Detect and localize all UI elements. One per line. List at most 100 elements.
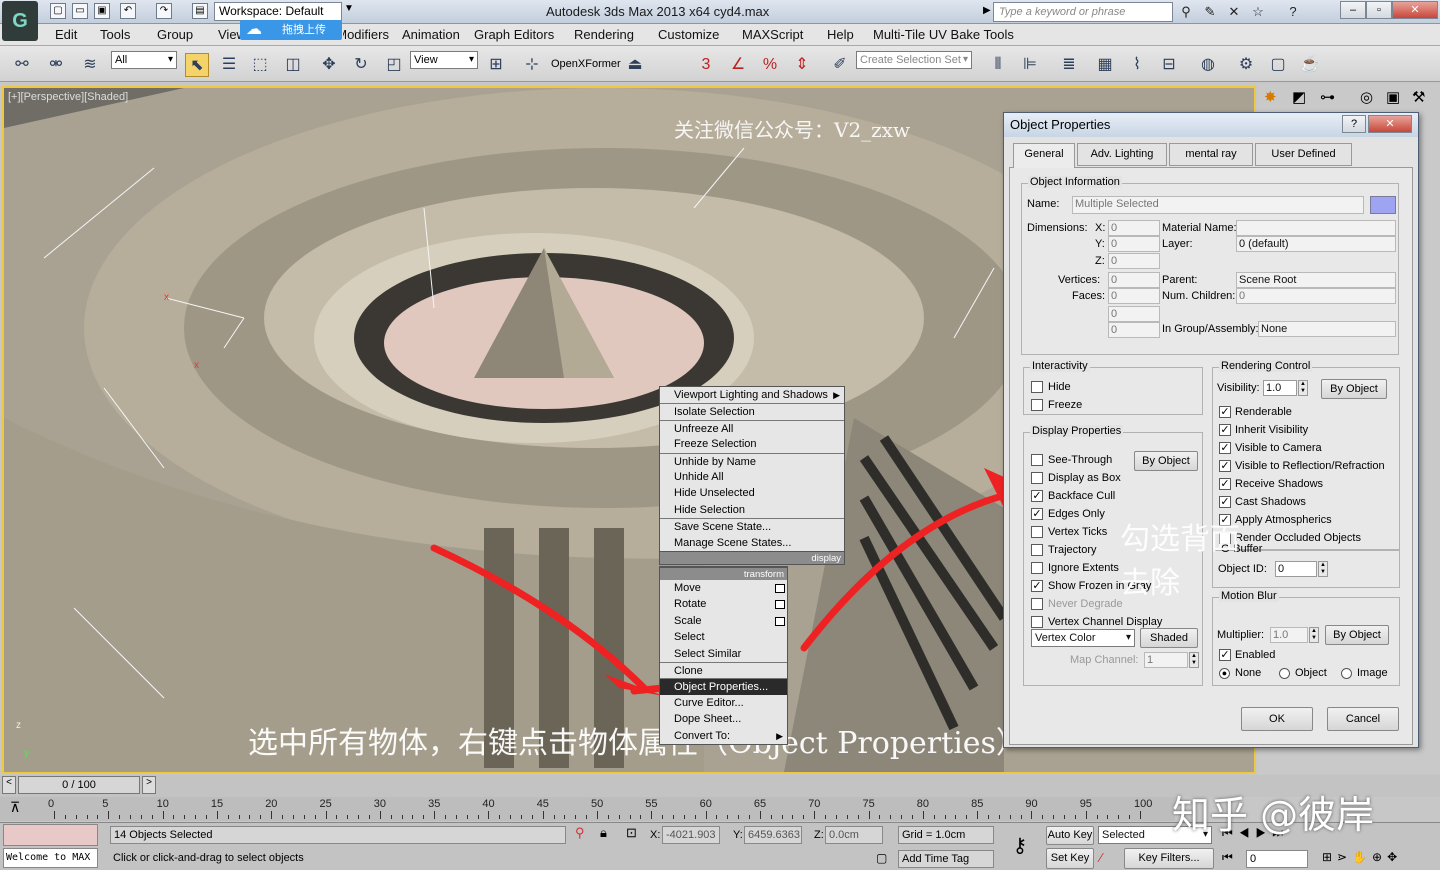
cancel-button[interactable]: Cancel [1327,707,1399,731]
tools-icon[interactable]: ✎ [1201,3,1219,21]
render-production-icon[interactable]: ☕ [1298,53,1322,77]
hierarchy-tab-icon[interactable]: ⊶ [1320,88,1335,106]
selection-lock-icon[interactable]: 🔒︎ [600,825,607,841]
menu-help[interactable]: Help [827,27,854,42]
binoculars-icon[interactable]: ⚲ [1177,3,1195,21]
link-icon[interactable]: ⚯ [10,53,34,77]
menu-modifiers[interactable]: Modifiers [343,27,389,42]
select-manipulate-icon[interactable]: ⊹ [520,53,544,77]
visibility-field[interactable]: 1.0 [1263,380,1297,396]
keyword-search-input[interactable]: Type a keyword or phrase [993,2,1173,22]
motion-blur-enabled-checkbox[interactable]: ✓ [1219,649,1231,661]
display-option-checkbox[interactable] [1031,544,1043,556]
pivot-center-icon[interactable]: ⊞ [484,53,508,77]
new-file-icon[interactable]: ▢ [50,3,66,19]
menu-maxscript[interactable]: MAXScript [742,27,803,42]
display-option-checkbox[interactable] [1031,472,1043,484]
reference-coordinate-dropdown[interactable]: View [410,51,478,69]
quad-item-convert-to[interactable]: Convert To: [660,728,787,744]
schematic-view-icon[interactable]: ⊟ [1157,53,1181,77]
time-tag-icon[interactable]: ▢ [876,851,887,865]
workspace-arrow-icon[interactable]: ▼ [344,3,354,14]
move-icon[interactable]: ✥ [317,53,341,77]
menu-customize[interactable]: Customize [658,27,719,42]
menu-tools[interactable]: Tools [100,27,130,42]
radio-object[interactable] [1279,668,1290,679]
quad-item-select-similar[interactable]: Select Similar [660,646,787,662]
quad-item-unhide-all[interactable]: Unhide All [660,469,844,485]
quad-item-unhide-by-name[interactable]: Unhide by Name [660,452,844,469]
scale-icon[interactable]: ◰ [382,53,406,77]
viewport-nav-icons[interactable]: ⊞⋗✋⊕✥ [1322,850,1402,864]
menu-edit[interactable]: Edit [55,27,77,42]
ok-button[interactable]: OK [1241,707,1313,731]
display-option-checkbox[interactable]: ✓ [1031,490,1043,502]
quad-item-isolate-selection[interactable]: Isolate Selection [660,403,844,419]
display-option-checkbox[interactable] [1031,526,1043,538]
motion-blur-by-object-button[interactable]: By Object [1325,625,1389,645]
quad-item-hide-unselected[interactable]: Hide Unselected [660,485,844,501]
search-arrow-icon[interactable]: ▶ [983,5,991,16]
dialog-help-button[interactable]: ? [1342,115,1366,133]
default-in-out-tangent-icon[interactable]: ⁄ [1100,850,1102,865]
x-coordinate-field[interactable]: -4021.903 [662,826,720,844]
undo-icon[interactable]: ↶ [120,3,136,19]
auto-key-button[interactable]: Auto Key [1046,826,1094,845]
display-by-object-button[interactable]: By Object [1134,451,1198,471]
snaps-toggle-icon[interactable]: 3 [694,53,718,77]
restore-button[interactable]: ▫ [1366,1,1392,19]
viewport-label[interactable]: [+][Perspective][Shaded] [8,91,128,103]
rotate-icon[interactable]: ↻ [349,53,373,77]
rectangle-selection-icon[interactable]: ⬚ [248,53,272,77]
vertex-color-dropdown[interactable]: Vertex Color [1031,629,1135,647]
quad-item-select[interactable]: Select [660,629,787,645]
current-frame-field[interactable]: 0 [1246,850,1308,868]
tab-adv-lighting[interactable]: Adv. Lighting [1077,143,1167,166]
multiplier-spinner[interactable]: ▲ ▼ [1309,627,1319,643]
quad-item-freeze-selection[interactable]: Freeze Selection [660,436,844,452]
menu-views[interactable]: Views [218,27,240,42]
select-by-name-icon[interactable]: ☰ [217,53,241,77]
app-logo-icon[interactable]: G [2,1,38,41]
display-option-checkbox[interactable] [1031,598,1043,610]
rendering-option-checkbox[interactable]: ✓ [1219,478,1231,490]
modify-tab-icon[interactable]: ◩ [1292,88,1306,106]
isolate-toggle-icon[interactable]: ⚲ [575,825,585,841]
object-color-swatch[interactable] [1370,196,1396,214]
named-selection-dropdown[interactable]: Create Selection Set [856,51,972,69]
selection-filter-dropdown[interactable]: All [111,51,177,69]
map-channel-spinner[interactable]: ▲ ▼ [1189,652,1199,668]
display-option-checkbox[interactable] [1031,454,1043,466]
visibility-spinner[interactable]: ▲ ▼ [1298,380,1308,396]
absolute-mode-icon[interactable]: ⊡ [626,825,637,841]
menu-graph-editors[interactable]: Graph Editors [474,27,554,42]
angle-snap-icon[interactable]: ∠ [726,53,750,77]
key-mode-toggle-icon[interactable]: ⏮ [1222,850,1233,865]
rendering-option-checkbox[interactable]: ✓ [1219,442,1231,454]
key-filters-button[interactable]: Key Filters... [1124,848,1214,869]
percent-snap-icon[interactable]: % [758,53,782,77]
create-tab-icon[interactable]: ✸ [1264,88,1277,106]
quad-item-save-scene-state[interactable]: Save Scene State... [660,518,844,534]
quad-item-unfreeze-all[interactable]: Unfreeze All [660,419,844,436]
quad-item-viewport-lighting[interactable]: Viewport Lighting and Shadows [660,387,844,403]
z-coordinate-field[interactable]: 0.0cm [825,826,883,844]
map-channel-field[interactable]: 1 [1144,652,1188,668]
edit-named-selection-icon[interactable]: ✐ [828,53,852,77]
multiplier-field[interactable]: 1.0 [1270,627,1308,643]
spinner-snap-icon[interactable]: ⇕ [790,53,814,77]
quad-item-manage-scene-states[interactable]: Manage Scene States... [660,535,844,551]
display-option-checkbox[interactable] [1031,562,1043,574]
set-key-mode-icon[interactable]: ⚷ [1003,829,1037,863]
menu-multitile-uv-bake[interactable]: Multi-Tile UV Bake Tools [873,27,1014,42]
save-icon[interactable]: ▣ [94,3,110,19]
close-button[interactable]: ✕ [1392,1,1438,19]
object-id-spinner[interactable]: ▲ ▼ [1318,561,1328,577]
quad-item-scale[interactable]: Scale [660,613,787,629]
utilities-tab-icon[interactable]: ⚒ [1412,88,1425,106]
radio-image[interactable] [1341,668,1352,679]
project-folder-icon[interactable]: ▤ [192,3,208,19]
quad-item-clone[interactable]: Clone [660,661,787,678]
drag-upload-badge[interactable]: ☁ 拖拽上传 [240,20,342,40]
tab-mental-ray[interactable]: mental ray [1169,143,1253,166]
